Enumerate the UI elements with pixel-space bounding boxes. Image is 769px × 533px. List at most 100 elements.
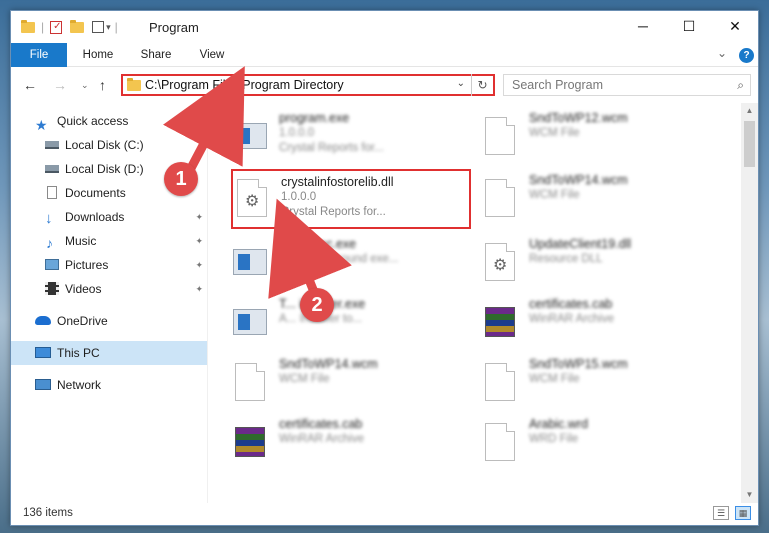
file-tile-updateclient19-dll[interactable]: ⚙ UpdateClient19.dll Resource DLL [459, 233, 699, 293]
file-type: Resource DLL [529, 253, 603, 265]
dll-icon: ⚙ [483, 241, 517, 283]
file-name: SndToWP14.wcm [529, 173, 628, 187]
properties-icon[interactable]: ✓ [50, 20, 63, 34]
sidebar-item-label: Pictures [65, 258, 109, 272]
search-input[interactable]: Search Program [512, 78, 603, 92]
sidebar-item-this-pc[interactable]: This PC [11, 341, 207, 365]
file-tile-sndtowp14-wcm[interactable]: SndToWP14.wcm WCM File [459, 169, 699, 229]
sidebar-item-network[interactable]: Network [11, 373, 207, 397]
document-icon [483, 361, 517, 403]
file-name: Arabic.wrd [529, 417, 589, 431]
scroll-thumb[interactable] [744, 121, 755, 167]
pictures-icon [45, 259, 59, 270]
file-name: SndToWP14.wcm [279, 357, 378, 371]
file-name: SndToWP12.wcm [529, 111, 628, 125]
ribbon-tabs: File Home Share View ⌄ ? [11, 43, 758, 67]
address-folder-icon [127, 78, 141, 91]
tab-home[interactable]: Home [75, 43, 121, 67]
file-version: 1.0.0.0 [279, 127, 315, 139]
folder-icon[interactable] [21, 19, 35, 33]
up-button[interactable]: ↑ [99, 77, 106, 93]
pin-icon[interactable]: ✦ [195, 277, 203, 301]
file-name: SndToWP15.wcm [529, 357, 628, 371]
document-icon [483, 421, 517, 463]
sidebar-item-local-disk-c[interactable]: Local Disk (C:) [11, 133, 207, 157]
file-type: WinRAR Archive [279, 433, 364, 445]
sidebar-item-videos[interactable]: Videos ✦ [11, 277, 207, 301]
sidebar-item-onedrive[interactable]: OneDrive [11, 309, 207, 333]
sidebar-item-label: Documents [65, 186, 126, 200]
customize-view-icon[interactable] [92, 21, 105, 33]
pane-divider[interactable] [207, 103, 208, 503]
sidebar-item-label: Downloads [65, 210, 125, 224]
ribbon-expand-icon[interactable]: ⌄ [717, 46, 727, 60]
refresh-button[interactable]: ↻ [471, 74, 493, 96]
back-button[interactable]: ← [23, 77, 37, 93]
videos-icon [45, 282, 59, 295]
tab-file[interactable]: File [11, 43, 67, 67]
tab-share[interactable]: Share [133, 43, 179, 67]
maximize-button[interactable]: ☐ [666, 11, 712, 42]
file-tile-apexec-exe[interactable]: ...ApExec.exe ...BY background exe... [209, 233, 449, 293]
explorer-window: | ✓ ▾ | Program ─ ☐ ✕ File Home Share Vi… [10, 10, 759, 526]
file-type: WCM File [529, 127, 580, 139]
scroll-up-icon[interactable]: ▲ [741, 103, 758, 119]
vertical-scrollbar[interactable]: ▲ ▼ [741, 103, 758, 503]
toolbar-separator: | [41, 20, 45, 34]
sidebar-item-downloads[interactable]: ↓ Downloads ✦ [11, 205, 207, 229]
tiles-view-button[interactable]: ▦ [735, 506, 751, 520]
scroll-down-icon[interactable]: ▼ [741, 487, 758, 503]
file-tile-arabic-wrd[interactable]: Arabic.wrd WRD File [459, 413, 699, 473]
forward-button[interactable]: → [53, 77, 67, 93]
dll-icon: ⚙ [235, 177, 269, 219]
navigation-bar: ← → ⌄ ↑ C:\Program Files\Program Directo… [11, 68, 758, 102]
pin-icon[interactable]: ✦ [195, 229, 203, 253]
search-icon[interactable]: ⌕ [737, 78, 744, 93]
address-path[interactable]: C:\Program Files\Program Directory [145, 78, 344, 92]
pin-icon[interactable]: ✦ [195, 205, 203, 229]
window-title: Program [149, 20, 199, 35]
recent-locations-icon[interactable]: ⌄ [81, 80, 89, 91]
file-name: certificates.cab [279, 417, 363, 431]
title-bar: | ✓ ▾ | Program ─ ☐ ✕ [11, 11, 758, 43]
download-icon: ↓ [45, 210, 53, 227]
file-tile-crystalinfostorelib-dll[interactable]: ⚙ crystalinfostorelib.dll 1.0.0.0 Crysta… [231, 169, 471, 229]
star-icon: ★ [35, 117, 48, 133]
file-type: WRD File [529, 433, 579, 445]
archive-icon [233, 421, 267, 463]
file-type: WCM File [529, 373, 580, 385]
pin-icon[interactable]: ✦ [195, 253, 203, 277]
details-view-button[interactable]: ☰ [713, 506, 729, 520]
file-description: ...BY background exe... [279, 253, 399, 265]
tab-view[interactable]: View [189, 43, 235, 67]
file-description: Crystal Reports for... [279, 142, 384, 154]
sidebar-item-label: This PC [57, 346, 100, 360]
sidebar-item-quick-access[interactable]: ★ Quick access [11, 109, 207, 133]
step-badge-2: 2 [300, 288, 334, 322]
close-button[interactable]: ✕ [712, 11, 758, 42]
sidebar-item-label: OneDrive [57, 314, 108, 328]
file-tile-program-exe[interactable]: program.exe 1.0.0.0 Crystal Reports for.… [209, 107, 449, 167]
file-name: ...ApExec.exe [279, 237, 357, 251]
file-tile-certificates-cab[interactable]: certificates.cab WinRAR Archive [209, 413, 449, 473]
exe-icon [233, 241, 267, 283]
address-bar[interactable]: C:\Program Files\Program Directory ⌄ ↻ [121, 74, 495, 96]
address-dropdown-icon[interactable]: ⌄ [457, 78, 465, 89]
file-tile-certificates-cab[interactable]: certificates.cab WinRAR Archive [459, 293, 699, 353]
sidebar-item-pictures[interactable]: Pictures ✦ [11, 253, 207, 277]
toolbar-separator: | [114, 20, 118, 34]
help-icon[interactable]: ? [739, 48, 754, 63]
minimize-button[interactable]: ─ [620, 11, 666, 42]
chevron-down-icon[interactable]: ▾ [106, 22, 111, 33]
sidebar-item-label: Music [65, 234, 97, 248]
file-tile-sndtowp14-wcm[interactable]: SndToWP14.wcm WCM File [209, 353, 449, 413]
sidebar-item-music[interactable]: ♪ Music ✦ [11, 229, 207, 253]
document-icon [233, 361, 267, 403]
new-folder-icon[interactable] [70, 19, 85, 33]
file-tile-sndtowp12-wcm[interactable]: SndToWP12.wcm WCM File [459, 107, 699, 167]
network-icon [35, 379, 51, 390]
search-box[interactable]: Search Program ⌕ [503, 74, 751, 96]
file-tile-sndtowp15-wcm[interactable]: SndToWP15.wcm WCM File [459, 353, 699, 413]
drive-icon [45, 165, 59, 173]
music-icon: ♪ [46, 235, 53, 251]
